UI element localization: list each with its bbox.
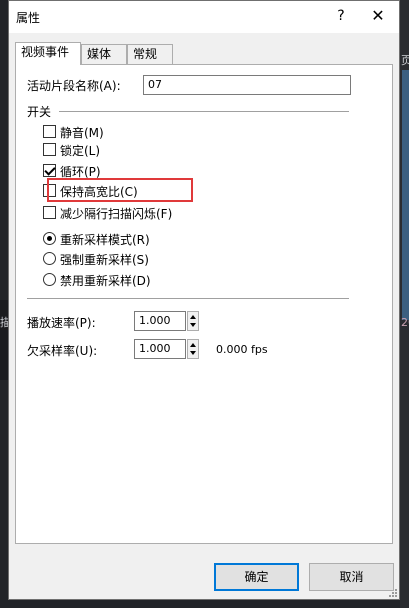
help-button[interactable]: ? [331,6,351,26]
resize-grip-icon[interactable] [387,587,397,597]
playback-rate-stepper[interactable] [187,311,199,331]
tab-general[interactable]: 常规 [127,44,173,64]
clip-name-label: 活动片段名称(A): [27,79,121,93]
tab-panel-video-event: 活动片段名称(A): 07 开关 静音(M) 锁定(L) 循环(P) 保持高宽比… [15,64,393,544]
background-app-strip: 页 20 [400,0,409,608]
force-resample-radio[interactable] [43,252,56,265]
background-text-top: 页 [401,54,409,67]
playback-rate-input[interactable]: 1.000 [134,311,186,331]
lock-checkbox-box[interactable] [43,143,56,156]
background-text-mid: 20 [401,316,409,329]
undersample-rate-label: 欠采样率(U): [27,344,98,358]
clip-name-input[interactable]: 07 [143,75,351,95]
resample-mode-radio[interactable] [43,232,56,245]
cancel-button[interactable]: 取消 [309,563,394,591]
disable-resample-radio[interactable] [43,273,56,286]
reduce-flicker-checkbox-label: 减少隔行扫描闪烁(F) [60,207,173,221]
lock-checkbox-label: 锁定(L) [60,144,101,158]
close-icon: ✕ [371,6,385,25]
rates-divider [27,298,349,299]
spin-up-icon[interactable] [190,343,196,347]
title-bar[interactable]: 属性 ? ✕ [9,1,399,33]
switches-divider [59,111,349,112]
mute-checkbox-box[interactable] [43,125,56,138]
undersample-rate-stepper[interactable] [187,339,199,359]
switches-group-label: 开关 [27,105,52,119]
tab-media[interactable]: 媒体 [81,44,127,64]
properties-dialog: 属性 ? ✕ 视频事件 媒体 常规 活动片段名称(A): 07 开关 静音(M)… [8,0,400,600]
dialog-title: 属性 [16,11,41,25]
spin-down-icon[interactable] [190,351,196,355]
resample-mode-label: 重新采样模式(R) [60,233,150,247]
ok-button[interactable]: 确定 [214,563,299,591]
disable-resample-label: 禁用重新采样(D) [60,274,151,288]
tab-video-event[interactable]: 视频事件 [15,42,81,65]
force-resample-label: 强制重新采样(S) [60,253,149,267]
keep-aspect-highlight [47,178,193,202]
spin-up-icon[interactable] [190,315,196,319]
playback-rate-label: 播放速率(P): [27,316,96,330]
mute-checkbox-label: 静音(M) [60,126,104,140]
loop-checkbox-box[interactable] [43,164,56,177]
close-button[interactable]: ✕ [367,5,389,27]
spin-down-icon[interactable] [190,323,196,327]
background-image [402,70,409,320]
undersample-rate-input[interactable]: 1.000 [134,339,186,359]
fps-readout: 0.000 fps [216,343,268,356]
reduce-flicker-checkbox-box[interactable] [43,206,56,219]
